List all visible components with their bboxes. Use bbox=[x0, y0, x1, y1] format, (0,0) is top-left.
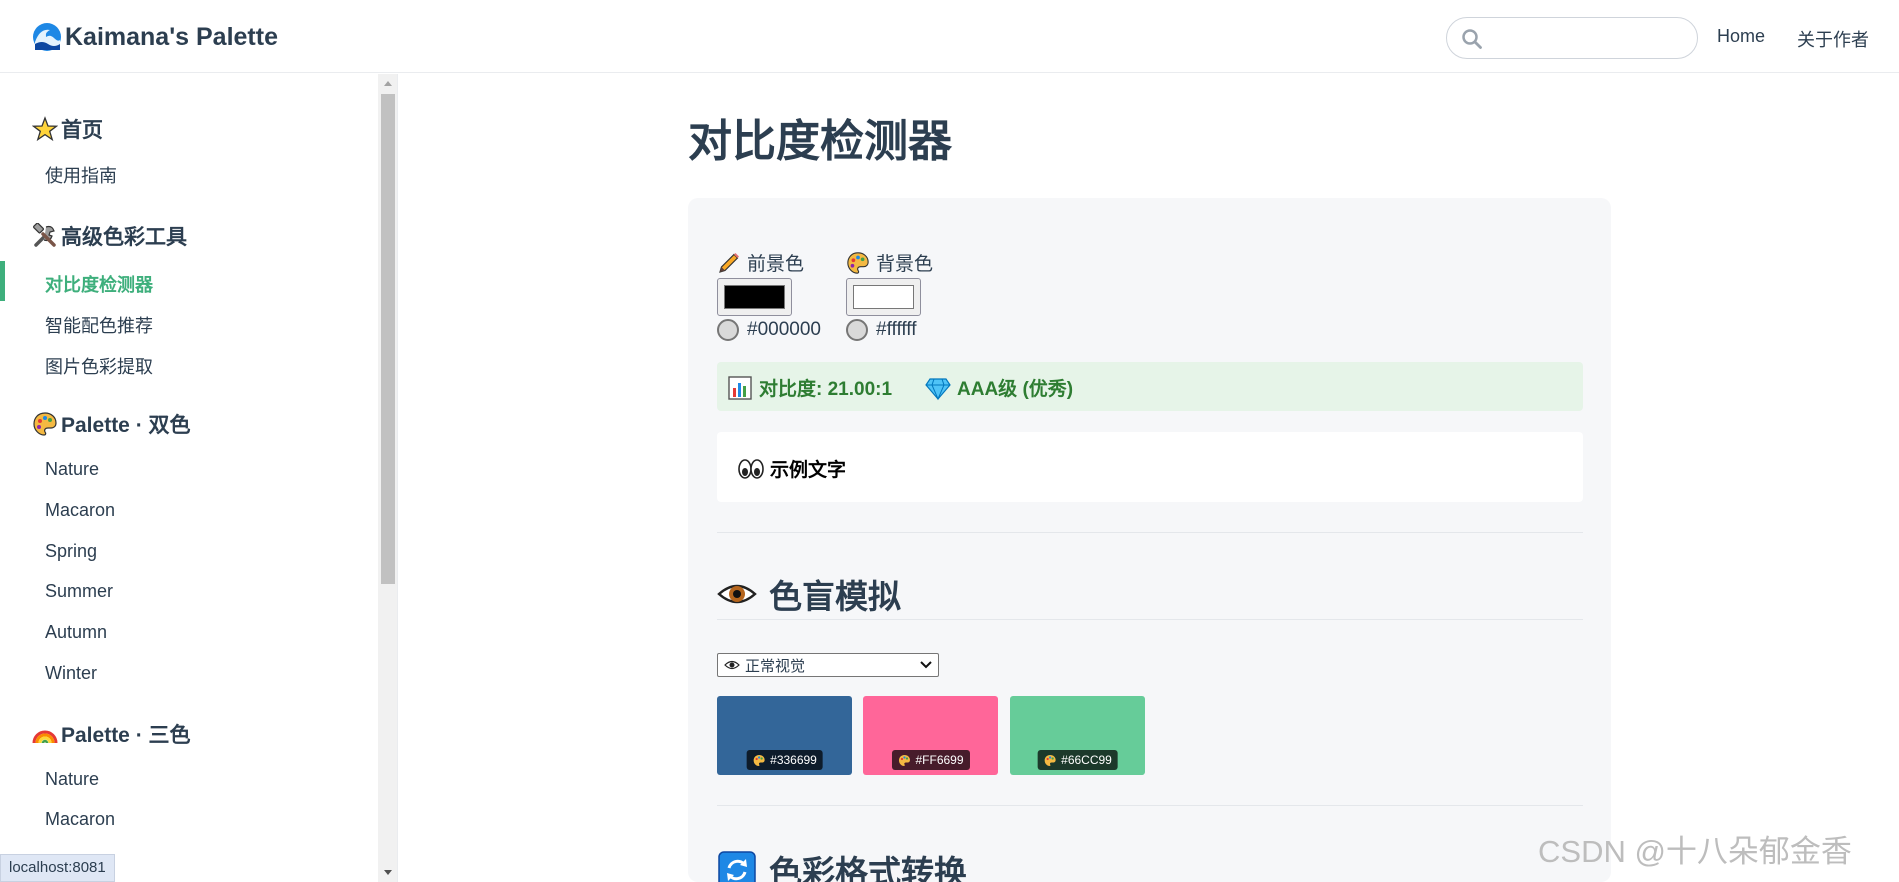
search-icon bbox=[1462, 29, 1482, 49]
background-label: 背景色 bbox=[846, 249, 933, 276]
sidebar-heading-advanced-tools[interactable]: 高级色彩工具 bbox=[32, 221, 187, 251]
foreground-label: 前景色 bbox=[717, 249, 804, 276]
palette-icon bbox=[847, 251, 869, 274]
sidebar-item-two-autumn[interactable]: Autumn bbox=[45, 622, 107, 643]
sidebar-active-indicator bbox=[0, 261, 5, 301]
palette-swatch-1[interactable]: #336699 bbox=[717, 696, 852, 775]
sample-text-box: 示例文字 bbox=[717, 432, 1583, 502]
sidebar-item-two-nature[interactable]: Nature bbox=[45, 459, 99, 480]
top-navbar: Kaimana's Palette Home 关于作者 bbox=[0, 0, 1899, 73]
colorblind-mode-select[interactable]: 正常视觉 bbox=[717, 653, 939, 677]
foreground-hex-value: #000000 bbox=[747, 319, 821, 340]
foreground-color-input[interactable] bbox=[717, 278, 792, 316]
sidebar-item-usage-guide[interactable]: 使用指南 bbox=[45, 162, 117, 188]
refresh-icon bbox=[718, 851, 756, 882]
sidebar-scrollbar[interactable] bbox=[378, 74, 398, 882]
sample-text: 示例文字 bbox=[738, 455, 846, 482]
brand-link[interactable]: Kaimana's Palette bbox=[32, 20, 278, 54]
eye-icon bbox=[717, 584, 757, 604]
brand-title: Kaimana's Palette bbox=[65, 22, 278, 51]
swatch-hex-chip: #336699 bbox=[746, 750, 823, 770]
contrast-checker-panel: 前景色 #000000 背景色 #ffffff 对比度: 21.00:1 AAA… bbox=[688, 198, 1611, 882]
pencil-icon bbox=[719, 252, 739, 273]
background-hex-row: #ffffff bbox=[846, 319, 917, 341]
foreground-radio[interactable] bbox=[717, 319, 739, 341]
chevron-down-icon bbox=[920, 661, 932, 669]
section-divider bbox=[717, 532, 1583, 533]
sidebar-item-image-color-extract[interactable]: 图片色彩提取 bbox=[45, 353, 153, 379]
rainbow-icon bbox=[32, 730, 58, 744]
background-color-swatch bbox=[853, 285, 914, 309]
palette-icon bbox=[1044, 754, 1056, 766]
contrast-result-bar: 对比度: 21.00:1 AAA级 (优秀) bbox=[717, 362, 1583, 411]
gem-icon bbox=[925, 377, 951, 400]
star-icon bbox=[32, 116, 58, 142]
palette-swatch-3[interactable]: #66CC99 bbox=[1010, 696, 1145, 775]
bar-chart-icon bbox=[728, 375, 752, 400]
sidebar-item-contrast-checker[interactable]: 对比度检测器 bbox=[45, 271, 153, 297]
palette-icon bbox=[753, 754, 765, 766]
scroll-up-arrow-icon[interactable] bbox=[378, 74, 398, 94]
sidebar: 首页 使用指南 高级色彩工具 对比度检测器 智能配色推荐 图片色彩提取 Pale… bbox=[0, 74, 398, 882]
palette-icon bbox=[33, 412, 57, 436]
foreground-hex-row: #000000 bbox=[717, 319, 821, 341]
sidebar-item-two-summer[interactable]: Summer bbox=[45, 581, 113, 602]
sidebar-item-three-nature[interactable]: Nature bbox=[45, 769, 99, 790]
page-title: 对比度检测器 bbox=[688, 117, 952, 166]
sidebar-heading-palette-two[interactable]: Palette · 双色 bbox=[32, 409, 191, 439]
background-color-input[interactable] bbox=[846, 278, 921, 316]
tools-icon bbox=[33, 223, 56, 247]
nav-home-link[interactable]: Home bbox=[1717, 26, 1765, 47]
foreground-color-swatch bbox=[724, 285, 785, 309]
watermark: CSDN @十八朵郁金香 bbox=[1538, 834, 1852, 869]
colorblind-section-title: 色盲模拟 bbox=[717, 570, 901, 618]
search-input[interactable] bbox=[1489, 24, 1685, 52]
sidebar-item-two-spring[interactable]: Spring bbox=[45, 541, 97, 562]
swatch-hex-chip: #FF6699 bbox=[891, 750, 970, 770]
scrollbar-thumb[interactable] bbox=[381, 94, 395, 584]
colorblind-mode-value: 正常视觉 bbox=[745, 657, 806, 675]
nav-about-author-link[interactable]: 关于作者 bbox=[1797, 26, 1869, 52]
sidebar-item-smart-color-match[interactable]: 智能配色推荐 bbox=[45, 312, 153, 338]
background-radio[interactable] bbox=[846, 319, 868, 341]
contrast-ratio: 对比度: 21.00:1 bbox=[727, 374, 892, 401]
sidebar-item-two-winter[interactable]: Winter bbox=[45, 663, 97, 684]
status-bar-url: localhost:8081 bbox=[0, 854, 115, 882]
search-box[interactable] bbox=[1446, 17, 1698, 59]
format-convert-section-title: 色彩格式转换 bbox=[717, 846, 967, 882]
swatch-hex-chip: #66CC99 bbox=[1037, 750, 1118, 770]
scroll-down-arrow-icon[interactable] bbox=[378, 862, 398, 882]
section-rule bbox=[717, 619, 1583, 620]
sidebar-heading-home[interactable]: 首页 bbox=[32, 114, 103, 144]
eye-icon bbox=[724, 660, 740, 670]
eyes-icon bbox=[738, 458, 764, 479]
section-divider bbox=[717, 805, 1583, 806]
palette-icon bbox=[898, 754, 910, 766]
palette-swatch-2[interactable]: #FF6699 bbox=[863, 696, 998, 775]
contrast-level: AAA级 (优秀) bbox=[925, 374, 1073, 401]
wave-logo-icon bbox=[33, 23, 61, 51]
sidebar-item-three-macaron[interactable]: Macaron bbox=[45, 809, 115, 830]
sidebar-heading-palette-three[interactable]: Palette · 三色 bbox=[32, 719, 191, 749]
sidebar-item-two-macaron[interactable]: Macaron bbox=[45, 500, 115, 521]
background-hex-value: #ffffff bbox=[876, 319, 917, 340]
